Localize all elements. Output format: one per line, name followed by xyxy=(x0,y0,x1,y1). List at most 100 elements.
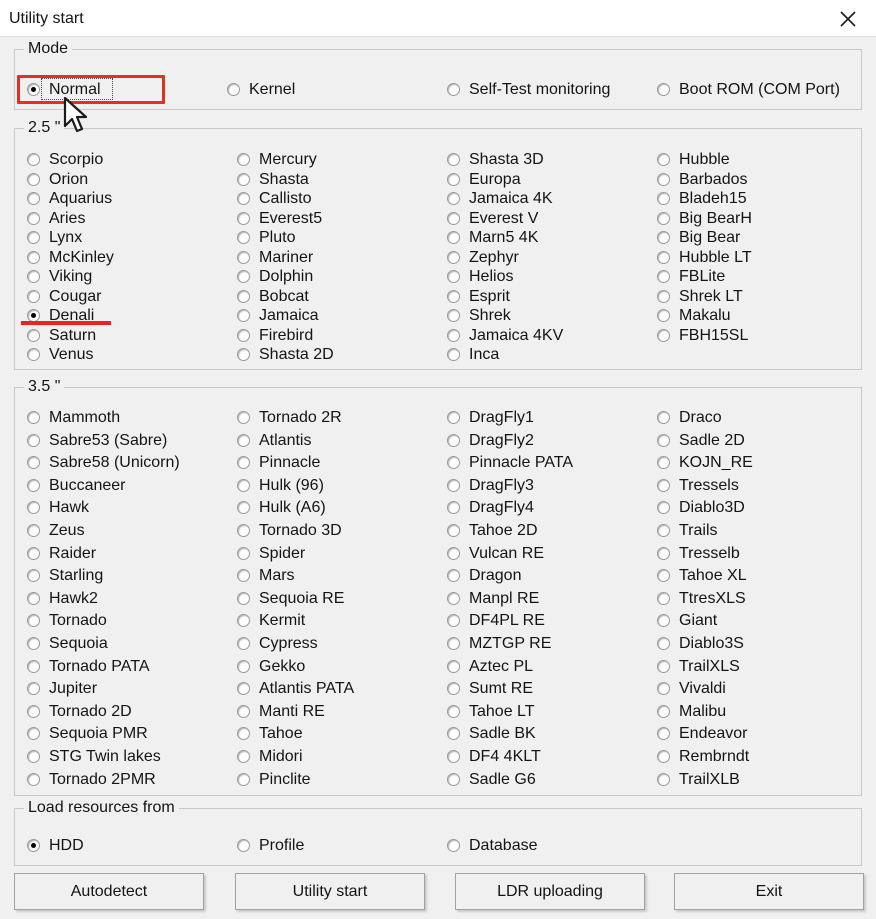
radio-button-icon[interactable] xyxy=(27,172,40,186)
drive-35-option-tornado-2d[interactable]: Tornado 2D xyxy=(27,701,132,721)
drive-35-option-raider[interactable]: Raider xyxy=(27,543,96,563)
drive-35-option-draco[interactable]: Draco xyxy=(657,407,722,427)
radio-button-icon[interactable] xyxy=(27,308,40,322)
radio-button-icon[interactable] xyxy=(237,269,250,283)
radio-button-icon[interactable] xyxy=(447,636,460,650)
drive-25-option-marn5-4k[interactable]: Marn5 4K xyxy=(447,227,538,247)
drive-35-option-atlantis-pata[interactable]: Atlantis PATA xyxy=(237,678,354,698)
radio-button-icon[interactable] xyxy=(447,478,460,492)
radio-button-icon[interactable] xyxy=(237,523,250,537)
radio-button-icon[interactable] xyxy=(27,269,40,283)
radio-button-icon[interactable] xyxy=(27,591,40,605)
drive-35-option-tresselb[interactable]: Tresselb xyxy=(657,543,740,563)
drive-25-option-mckinley[interactable]: McKinley xyxy=(27,247,114,267)
radio-button-icon[interactable] xyxy=(237,455,250,469)
radio-button-icon[interactable] xyxy=(237,410,250,424)
close-button[interactable] xyxy=(820,0,876,37)
radio-button-icon[interactable] xyxy=(237,328,250,342)
radio-button-icon[interactable] xyxy=(447,838,460,852)
radio-button-icon[interactable] xyxy=(237,726,250,740)
radio-button-icon[interactable] xyxy=(447,659,460,673)
drive-25-option-bobcat[interactable]: Bobcat xyxy=(237,286,309,306)
drive-35-option-gekko[interactable]: Gekko xyxy=(237,656,305,676)
drive-35-option-spider[interactable]: Spider xyxy=(237,543,305,563)
load-resources-option-database[interactable]: Database xyxy=(447,835,538,855)
radio-button-icon[interactable] xyxy=(447,726,460,740)
drive-25-option-makalu[interactable]: Makalu xyxy=(657,305,731,325)
radio-button-icon[interactable] xyxy=(447,308,460,322)
drive-35-option-sadle-g6[interactable]: Sadle G6 xyxy=(447,769,536,789)
radio-button-icon[interactable] xyxy=(657,636,670,650)
radio-button-icon[interactable] xyxy=(27,410,40,424)
drive-35-option-trails[interactable]: Trails xyxy=(657,520,718,540)
radio-button-icon[interactable] xyxy=(447,772,460,786)
drive-25-option-everest5[interactable]: Everest5 xyxy=(237,208,322,228)
radio-button-icon[interactable] xyxy=(237,591,250,605)
drive-35-option-diablo3d[interactable]: Diablo3D xyxy=(657,497,745,517)
drive-35-option-dragfly3[interactable]: DragFly3 xyxy=(447,475,534,495)
drive-35-option-rembrndt[interactable]: Rembrndt xyxy=(657,746,749,766)
radio-button-icon[interactable] xyxy=(447,347,460,361)
drive-35-option-tahoe[interactable]: Tahoe xyxy=(237,723,303,743)
radio-button-icon[interactable] xyxy=(657,172,670,186)
drive-35-option-manpl-re[interactable]: Manpl RE xyxy=(447,588,539,608)
drive-25-option-callisto[interactable]: Callisto xyxy=(237,188,311,208)
drive-25-option-mercury[interactable]: Mercury xyxy=(237,149,317,169)
radio-button-icon[interactable] xyxy=(27,749,40,763)
radio-button-icon[interactable] xyxy=(237,152,250,166)
radio-button-icon[interactable] xyxy=(657,410,670,424)
drive-25-option-firebird[interactable]: Firebird xyxy=(237,325,313,345)
drive-25-option-viking[interactable]: Viking xyxy=(27,266,92,286)
drive-25-option-aquarius[interactable]: Aquarius xyxy=(27,188,112,208)
radio-button-icon[interactable] xyxy=(27,838,40,852)
radio-button-icon[interactable] xyxy=(237,749,250,763)
drive-35-option-pinclite[interactable]: Pinclite xyxy=(237,769,311,789)
radio-button-icon[interactable] xyxy=(657,681,670,695)
radio-button-icon[interactable] xyxy=(27,500,40,514)
drive-25-option-big-bearh[interactable]: Big BearH xyxy=(657,208,752,228)
drive-25-option-helios[interactable]: Helios xyxy=(447,266,513,286)
radio-button-icon[interactable] xyxy=(447,500,460,514)
drive-35-option-endeavor[interactable]: Endeavor xyxy=(657,723,748,743)
radio-button-icon[interactable] xyxy=(657,546,670,560)
drive-35-option-giant[interactable]: Giant xyxy=(657,610,717,630)
drive-35-option-pinnacle-pata[interactable]: Pinnacle PATA xyxy=(447,452,573,472)
drive-35-option-kojn-re[interactable]: KOJN_RE xyxy=(657,452,753,472)
radio-button-icon[interactable] xyxy=(447,591,460,605)
drive-25-option-esprit[interactable]: Esprit xyxy=(447,286,510,306)
radio-button-icon[interactable] xyxy=(657,772,670,786)
radio-button-icon[interactable] xyxy=(657,152,670,166)
radio-button-icon[interactable] xyxy=(657,269,670,283)
radio-button-icon[interactable] xyxy=(27,478,40,492)
drive-25-option-venus[interactable]: Venus xyxy=(27,344,93,364)
radio-button-icon[interactable] xyxy=(447,82,460,96)
radio-button-icon[interactable] xyxy=(237,636,250,650)
drive-35-option-sequoia[interactable]: Sequoia xyxy=(27,633,108,653)
radio-button-icon[interactable] xyxy=(657,568,670,582)
radio-button-icon[interactable] xyxy=(27,772,40,786)
drive-25-option-lynx[interactable]: Lynx xyxy=(27,227,82,247)
mode-option-self-test-monitoring[interactable]: Self-Test monitoring xyxy=(447,79,610,99)
drive-25-option-pluto[interactable]: Pluto xyxy=(237,227,295,247)
radio-button-icon[interactable] xyxy=(27,681,40,695)
drive-35-option-hulk-a6[interactable]: Hulk (A6) xyxy=(237,497,326,517)
drive-25-option-saturn[interactable]: Saturn xyxy=(27,325,96,345)
drive-35-option-tahoe-2d[interactable]: Tahoe 2D xyxy=(447,520,538,540)
load-resources-option-hdd[interactable]: HDD xyxy=(27,835,84,855)
drive-25-option-hubble-lt[interactable]: Hubble LT xyxy=(657,247,752,267)
radio-button-icon[interactable] xyxy=(447,250,460,264)
drive-25-option-zephyr[interactable]: Zephyr xyxy=(447,247,519,267)
drive-25-option-fbh15sl[interactable]: FBH15SL xyxy=(657,325,748,345)
drive-35-option-dragon[interactable]: Dragon xyxy=(447,565,521,585)
radio-button-icon[interactable] xyxy=(447,289,460,303)
radio-button-icon[interactable] xyxy=(27,250,40,264)
radio-button-icon[interactable] xyxy=(27,546,40,560)
drive-35-option-hawk2[interactable]: Hawk2 xyxy=(27,588,98,608)
load-resources-option-profile[interactable]: Profile xyxy=(237,835,304,855)
drive-25-option-hubble[interactable]: Hubble xyxy=(657,149,730,169)
radio-button-icon[interactable] xyxy=(237,250,250,264)
radio-button-icon[interactable] xyxy=(237,191,250,205)
radio-button-icon[interactable] xyxy=(657,500,670,514)
drive-25-option-shasta-3d[interactable]: Shasta 3D xyxy=(447,149,544,169)
drive-25-option-shasta[interactable]: Shasta xyxy=(237,169,309,189)
